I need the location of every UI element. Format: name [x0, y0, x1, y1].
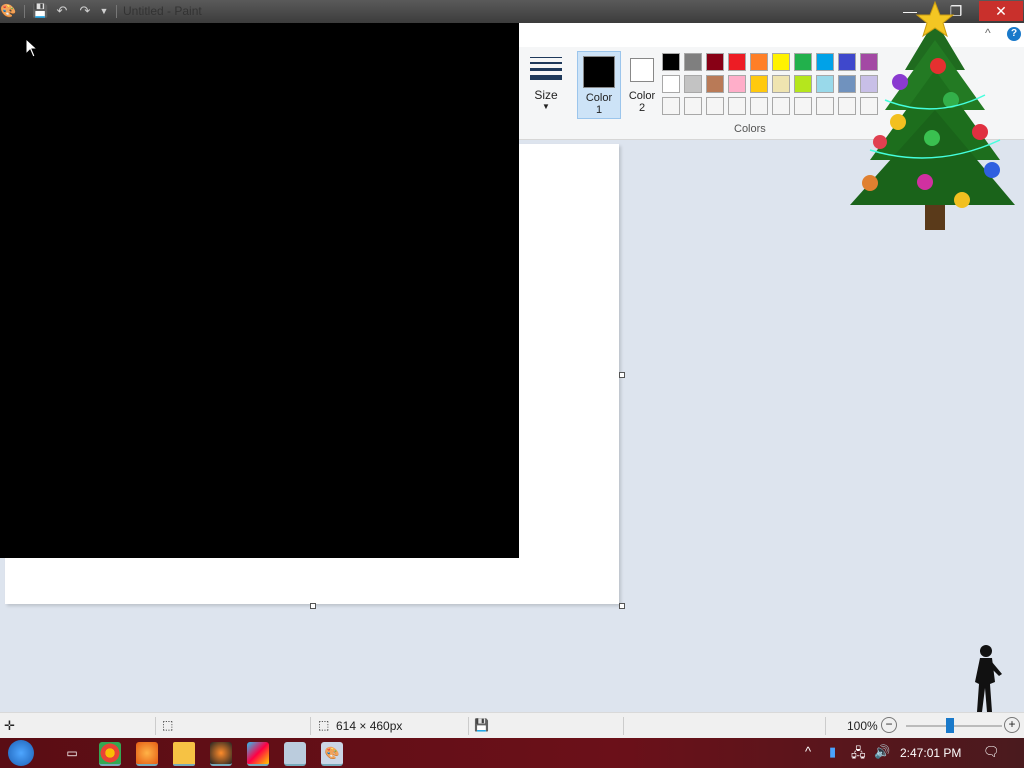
palette-color-swatch[interactable] — [662, 53, 680, 71]
undo-icon[interactable]: ↶ — [54, 3, 70, 19]
palette-color-swatch[interactable] — [728, 97, 746, 115]
palette-color-swatch[interactable] — [728, 75, 746, 93]
separator — [310, 717, 311, 735]
show-hidden-icons-icon[interactable]: ^ — [805, 744, 811, 759]
media-app-icon[interactable] — [210, 742, 232, 766]
color1-swatch — [583, 56, 615, 88]
palette-color-swatch[interactable] — [772, 75, 790, 93]
file-size-icon: 💾 — [474, 718, 489, 732]
black-overlay-window — [0, 23, 519, 558]
zoom-slider-thumb[interactable] — [946, 718, 954, 733]
separator — [468, 717, 469, 735]
selection-size-icon: ⬚ — [162, 718, 174, 732]
person-silhouette-icon — [975, 645, 1002, 712]
palette-color-swatch[interactable] — [728, 53, 746, 71]
christmas-tree-icon — [850, 0, 1015, 230]
size-label: Size — [534, 88, 558, 102]
redo-icon[interactable]: ↷ — [77, 3, 93, 19]
palette-color-swatch[interactable] — [706, 75, 724, 93]
zoom-out-button[interactable]: − — [881, 717, 897, 733]
color2-label-line1: Color — [628, 90, 656, 102]
volume-icon[interactable]: 🔊 — [874, 744, 890, 760]
paint-app-icon[interactable]: 🎨 — [0, 3, 16, 19]
size-line-icon — [530, 68, 562, 71]
canvas-resize-handle-corner[interactable] — [619, 603, 625, 609]
palette-color-swatch[interactable] — [816, 75, 834, 93]
paint-taskbar-icon[interactable]: 🎨 — [321, 742, 343, 766]
cursor-position-icon: ✛ — [4, 718, 15, 733]
palette-color-swatch[interactable] — [772, 97, 790, 115]
remote-desktop-icon[interactable] — [284, 742, 306, 766]
palette-color-swatch[interactable] — [706, 97, 724, 115]
color2-button[interactable]: Color 2 — [621, 51, 663, 117]
palette-color-swatch[interactable] — [816, 97, 834, 115]
customize-dropdown-icon[interactable]: ▼ — [96, 3, 112, 19]
mouse-cursor-icon — [26, 39, 38, 58]
palette-color-swatch[interactable] — [794, 53, 812, 71]
separator — [825, 717, 826, 735]
palette-color-swatch[interactable] — [662, 97, 680, 115]
separator — [116, 5, 117, 18]
palette-color-swatch[interactable] — [772, 53, 790, 71]
start-button[interactable] — [8, 740, 34, 766]
save-icon[interactable]: 💾 — [32, 3, 48, 19]
colors-group-label: Colors — [734, 123, 766, 135]
canvas-resize-handle-right[interactable] — [619, 372, 625, 378]
photos-app-icon[interactable] — [247, 742, 269, 766]
size-line-icon — [530, 57, 562, 58]
size-button[interactable]: Size ▼ — [527, 51, 565, 111]
network-icon[interactable]: 🖧 — [851, 744, 866, 766]
color2-label-line2: 2 — [638, 102, 646, 114]
palette-color-swatch[interactable] — [794, 97, 812, 115]
separator — [623, 717, 624, 735]
file-explorer-icon[interactable] — [173, 742, 195, 766]
canvas-resize-handle-bottom[interactable] — [310, 603, 316, 609]
task-view-icon[interactable]: ▭ — [61, 742, 83, 764]
palette-color-swatch[interactable] — [794, 75, 812, 93]
chrome-icon[interactable] — [99, 742, 121, 766]
palette-color-swatch[interactable] — [684, 53, 702, 71]
canvas-size-text: 614 × 460px — [336, 719, 403, 733]
palette-color-swatch[interactable] — [684, 97, 702, 115]
palette-color-swatch[interactable] — [750, 97, 768, 115]
zoom-in-button[interactable]: + — [1004, 717, 1020, 733]
taskbar: ▭ 🎨 ^ ▮ 🖧 🔊 2:47:01 PM 🗨 — [0, 738, 1024, 768]
palette-color-swatch[interactable] — [684, 75, 702, 93]
color1-button[interactable]: Color 1 — [577, 51, 621, 119]
size-line-icon — [530, 62, 562, 64]
palette-color-swatch[interactable] — [816, 53, 834, 71]
palette-color-swatch[interactable] — [750, 75, 768, 93]
separator — [155, 717, 156, 735]
palette-color-swatch[interactable] — [706, 53, 724, 71]
color1-label-line2: 1 — [595, 104, 603, 116]
tray-app-icon[interactable]: ▮ — [829, 744, 836, 760]
palette-color-swatch[interactable] — [662, 75, 680, 93]
color2-swatch — [630, 58, 654, 82]
chevron-down-icon: ▼ — [542, 102, 550, 111]
clock[interactable]: 2:47:01 PM — [900, 746, 961, 760]
status-bar: ✛ ⬚ ⬚ 614 × 460px 💾 100% − + — [0, 712, 1024, 739]
zoom-level: 100% — [847, 719, 878, 733]
size-line-icon — [530, 75, 562, 80]
canvas-size-icon: ⬚ — [318, 718, 330, 732]
color1-label-line1: Color — [585, 92, 613, 104]
zoom-slider[interactable] — [906, 725, 1002, 727]
action-center-icon[interactable]: 🗨 — [983, 744, 1000, 760]
window-title: Untitled - Paint — [123, 4, 202, 18]
separator — [24, 5, 25, 18]
firefox-icon[interactable] — [136, 742, 158, 766]
palette-color-swatch[interactable] — [750, 53, 768, 71]
